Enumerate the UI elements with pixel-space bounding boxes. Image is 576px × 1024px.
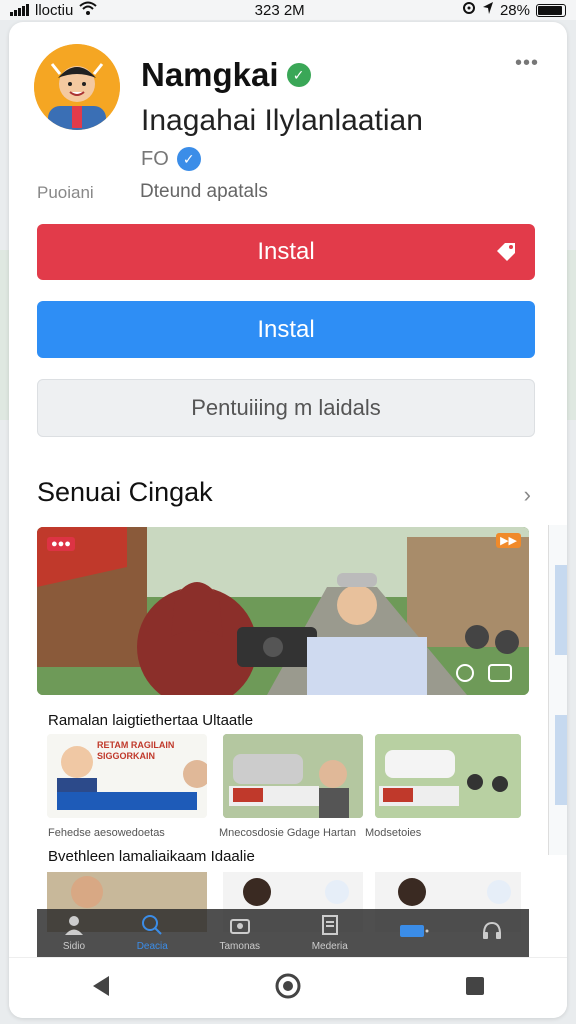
home-icon[interactable] — [274, 972, 302, 1005]
person-icon — [63, 914, 85, 939]
thumbnail-3[interactable] — [375, 734, 521, 818]
hero-badge-right: ▶▶ — [496, 533, 521, 548]
thumbnail-1-banner: RETAM RAGILAIN SIGGORKAIN — [97, 740, 175, 761]
app-name-row: Namgkai ✓ — [141, 56, 311, 94]
verified-badge-icon: ✓ — [176, 147, 201, 171]
tab-label: Sidio — [62, 941, 86, 952]
tab-tamonas[interactable]: Tamonas — [219, 914, 260, 952]
media-subtitle-1: Ramalan laigtiethertaa Ultaatle — [48, 712, 254, 729]
chevron-right-icon[interactable]: › — [524, 482, 531, 508]
search-icon — [141, 914, 163, 939]
recents-icon[interactable] — [463, 974, 487, 1003]
tab-toggle[interactable] — [399, 922, 429, 945]
info-right-label: Dteund apatals — [140, 181, 268, 202]
thumbnail-2[interactable] — [223, 734, 363, 818]
install-button-primary[interactable]: Instal — [37, 224, 535, 280]
thumbnail-caption-1: Fehedse aesowedoetas — [48, 827, 165, 839]
app-name: Namgkai — [141, 56, 279, 93]
more-options-button[interactable]: ••• — [515, 52, 539, 75]
thumbnail-caption-3: Modsetoies — [365, 827, 422, 839]
tab-deacia[interactable]: Deacia — [137, 914, 168, 952]
tab-label: Mederia — [311, 941, 348, 952]
install-button-primary-label: Instal — [257, 238, 315, 265]
next-screenshot-peek[interactable] — [548, 525, 567, 855]
bookmark-icon — [319, 914, 341, 939]
toggle-icon — [399, 922, 429, 943]
hero-screenshot[interactable]: ●●● ▶▶ — [37, 527, 529, 695]
developer-name[interactable]: Inagahai Ilylanlaatian — [141, 104, 423, 138]
wifi-icon — [79, 1, 98, 19]
tab-label: Tamonas — [219, 941, 261, 952]
permissions-button[interactable]: Pentuiiing m laidals — [37, 379, 535, 437]
bottom-tab-bar: Sidio Deacia Tamonas Mederia — [37, 909, 529, 957]
media-subtitle-2: Bvethleen lamaliaikaam Idaalie — [48, 848, 255, 865]
battery-label: 28% — [499, 1, 530, 19]
install-button-secondary[interactable]: Instal — [37, 301, 535, 358]
thumbnail-row: RETAM RAGILAIN SIGGORKAIN — [47, 734, 547, 824]
status-bar: lloctiu 323 2M 28% — [0, 0, 576, 20]
battery-icon — [536, 3, 566, 17]
app-detail-card: ••• Namgkai ✓ Inagahai Ilylanlaatian FO … — [9, 22, 567, 1018]
carrier-label: lloctiu — [35, 1, 74, 19]
back-icon[interactable] — [89, 974, 113, 1003]
meta-label: FO — [141, 147, 169, 170]
hero-badge-left: ●●● — [47, 537, 75, 551]
system-navigation-bar — [9, 957, 567, 1018]
app-avatar — [34, 44, 120, 130]
info-left-label: Puoiani — [37, 183, 94, 202]
headset-icon — [481, 920, 503, 945]
sync-icon — [462, 1, 476, 19]
thumbnail-caption-2: Mnecosdosie Gdage Hartan — [219, 827, 356, 839]
meta-row: FO ✓ — [141, 147, 201, 171]
location-icon — [482, 1, 494, 19]
tab-sidio[interactable]: Sidio — [63, 914, 85, 952]
permissions-button-label: Pentuiiing m laidals — [191, 395, 381, 420]
signal-icon — [10, 4, 29, 16]
section-title: Senuai Cingak — [37, 477, 213, 507]
tab-label: Deacia — [136, 941, 168, 952]
thumbnail-1[interactable]: RETAM RAGILAIN SIGGORKAIN — [47, 734, 207, 818]
verified-check-icon: ✓ — [286, 63, 311, 87]
status-time: 323 2M — [254, 1, 305, 19]
tab-mederia[interactable]: Mederia — [312, 914, 348, 952]
install-button-secondary-label: Instal — [257, 315, 315, 343]
camera-icon — [229, 914, 251, 939]
tag-icon — [495, 240, 517, 261]
tab-headset[interactable] — [481, 920, 503, 947]
